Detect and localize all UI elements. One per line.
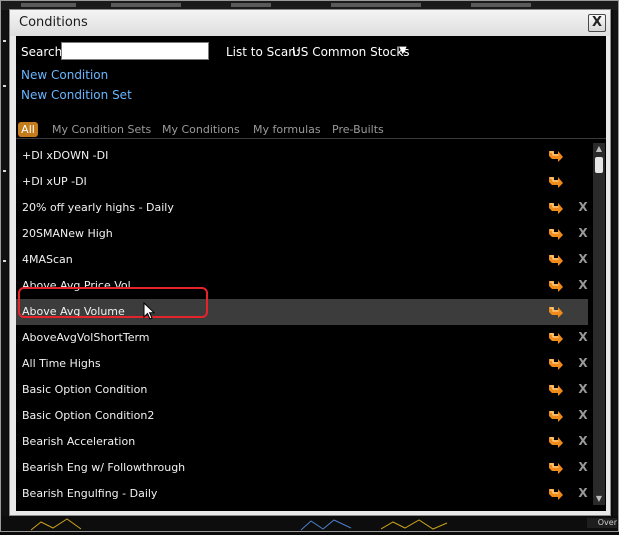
condition-row[interactable]: Bearish Acceleration X	[16, 429, 588, 455]
condition-name: 4MAScan	[22, 253, 73, 266]
condition-row[interactable]: +DI xUP -DI	[16, 169, 588, 195]
conditions-dialog: Conditions X Search List to Scan: US Com…	[9, 9, 611, 516]
run-condition-icon[interactable]	[548, 331, 564, 345]
background-toolbar-segment	[331, 3, 421, 7]
condition-name: Above Avg Price Vol	[22, 279, 131, 292]
background-tick	[3, 40, 6, 42]
chevron-down-icon[interactable]: ▼	[399, 45, 407, 56]
delete-condition-button[interactable]: X	[577, 200, 588, 214]
scan-list-dropdown[interactable]: US Common Stocks	[292, 45, 410, 59]
close-button[interactable]: X	[588, 14, 606, 32]
run-condition-icon[interactable]	[548, 487, 564, 501]
condition-name: Basic Option Condition	[22, 383, 148, 396]
delete-condition-button[interactable]: X	[577, 382, 588, 396]
background-tick	[3, 85, 6, 87]
delete-condition-button[interactable]: X	[577, 252, 588, 266]
condition-name: AboveAvgVolShortTerm	[22, 331, 150, 344]
condition-row[interactable]: Bearish Engulfing - Daily X	[16, 481, 588, 505]
background-chart-left	[1, 10, 8, 516]
search-input[interactable]	[61, 42, 209, 60]
delete-condition-button[interactable]: X	[577, 356, 588, 370]
delete-condition-button[interactable]: X	[577, 278, 588, 292]
delete-condition-button[interactable]: X	[577, 408, 588, 422]
condition-row[interactable]: 4MAScan X	[16, 247, 588, 273]
scan-list-label: List to Scan:	[226, 45, 300, 59]
condition-name: 20% off yearly highs - Daily	[22, 201, 174, 214]
dialog-title: Conditions	[19, 15, 88, 30]
scroll-up-icon[interactable]: ▲	[593, 143, 605, 155]
condition-row[interactable]: Basic Option Condition X	[16, 377, 588, 403]
condition-list: +DI xDOWN -DI +DI xUP -DI 20% off yearly h…	[16, 143, 588, 505]
new-condition-set-link[interactable]: New Condition Set	[21, 88, 132, 102]
condition-row[interactable]: Above Avg Volume	[16, 299, 588, 325]
condition-row[interactable]: Above Avg Price Vol X	[16, 273, 588, 299]
run-condition-icon[interactable]	[548, 305, 564, 319]
new-condition-link[interactable]: New Condition	[21, 68, 108, 82]
background-chart-bottom	[1, 516, 618, 531]
mouse-cursor-icon	[143, 302, 155, 320]
background-chart-right	[613, 10, 618, 516]
conditions-panel: Search List to Scan: US Common Stocks ▼ …	[16, 36, 606, 511]
delete-condition-button[interactable]: X	[577, 330, 588, 344]
run-condition-icon[interactable]	[548, 227, 564, 241]
condition-name: +DI xDOWN -DI	[22, 149, 109, 162]
condition-row[interactable]: AboveAvgVolShortTerm X	[16, 325, 588, 351]
condition-row[interactable]: Bearish Eng w/ Followthrough X	[16, 455, 588, 481]
background-toolbar-segment	[111, 3, 181, 7]
background-toolbar-segment	[21, 3, 76, 7]
run-condition-icon[interactable]	[548, 279, 564, 293]
delete-condition-button[interactable]: X	[577, 434, 588, 448]
condition-name: Above Avg Volume	[22, 305, 125, 318]
condition-name: 20SMANew High	[22, 227, 113, 240]
delete-condition-button[interactable]: X	[577, 460, 588, 474]
run-condition-icon[interactable]	[548, 149, 564, 163]
condition-row[interactable]: Basic Option Condition2 X	[16, 403, 588, 429]
background-chart-lines	[30, 518, 448, 531]
background-corner-label: Over	[587, 518, 617, 528]
condition-row[interactable]: 20% off yearly highs - Daily X	[16, 195, 588, 221]
condition-name: Bearish Acceleration	[22, 435, 136, 448]
dialog-titlebar[interactable]: Conditions X	[10, 10, 610, 36]
tab-my-condition-sets[interactable]: My Condition Sets	[52, 122, 151, 137]
scroll-down-icon[interactable]: ▼	[593, 493, 605, 505]
run-condition-icon[interactable]	[548, 175, 564, 189]
delete-condition-button[interactable]: X	[577, 486, 588, 500]
condition-name: Bearish Engulfing - Daily	[22, 487, 158, 500]
condition-name: All Time Highs	[22, 357, 101, 370]
tab-all[interactable]: All	[18, 122, 38, 137]
background-toolbar-segment	[231, 3, 271, 7]
run-condition-icon[interactable]	[548, 409, 564, 423]
condition-name: Basic Option Condition2	[22, 409, 155, 422]
run-condition-icon[interactable]	[548, 253, 564, 267]
condition-name: Bearish Eng w/ Followthrough	[22, 461, 186, 474]
run-condition-icon[interactable]	[548, 461, 564, 475]
close-icon: X	[591, 15, 603, 30]
run-condition-icon[interactable]	[548, 383, 564, 397]
condition-row[interactable]: 20SMANew High X	[16, 221, 588, 247]
condition-tabs: All My Condition Sets My Conditions My f…	[16, 122, 606, 139]
search-label: Search	[21, 45, 63, 59]
background-tick	[3, 260, 6, 262]
tab-my-formulas[interactable]: My formulas	[253, 122, 321, 137]
background-tick	[3, 170, 6, 172]
condition-row[interactable]: All Time Highs X	[16, 351, 588, 377]
delete-condition-button[interactable]: X	[577, 226, 588, 240]
condition-name: +DI xUP -DI	[22, 175, 87, 188]
scrollbar-thumb[interactable]	[595, 157, 603, 173]
tab-my-conditions[interactable]: My Conditions	[162, 122, 240, 137]
tab-pre-builts[interactable]: Pre-Builts	[332, 122, 384, 137]
list-scrollbar[interactable]: ▲ ▼	[593, 143, 605, 505]
run-condition-icon[interactable]	[548, 435, 564, 449]
run-condition-icon[interactable]	[548, 201, 564, 215]
background-toolbar-segment	[471, 3, 531, 7]
condition-row[interactable]: +DI xDOWN -DI	[16, 143, 588, 169]
run-condition-icon[interactable]	[548, 357, 564, 371]
